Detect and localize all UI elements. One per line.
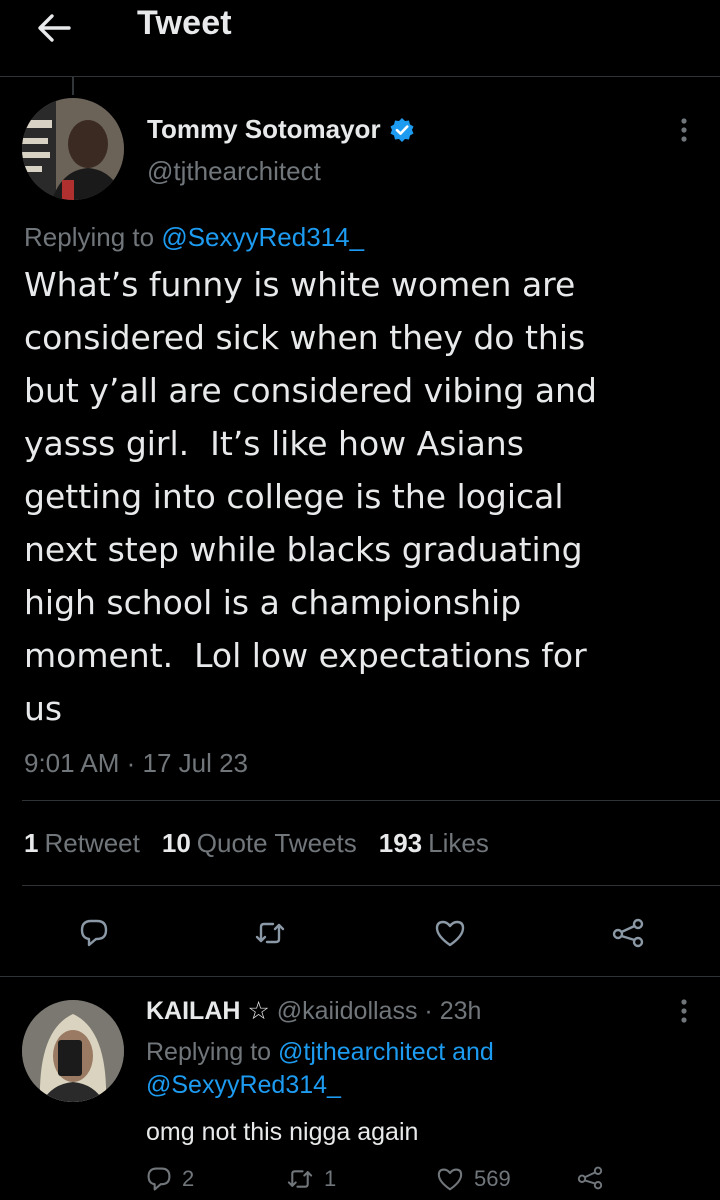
- tweet-actions: [0, 905, 720, 961]
- reply-time[interactable]: 23h: [440, 997, 482, 1025]
- replying-mention-link[interactable]: @tjthearchitect: [278, 1038, 445, 1066]
- author-name[interactable]: Tommy Sotomayor: [147, 114, 415, 145]
- divider: [22, 800, 720, 801]
- reply-retweet-button[interactable]: 1: [286, 1166, 336, 1192]
- retweets-label: Retweet: [44, 828, 140, 858]
- likes-label: Likes: [428, 828, 489, 858]
- avatar-photo: [22, 98, 124, 200]
- reply-icon: [80, 919, 108, 947]
- tweet-stats: 1 Retweet 10 Quote Tweets 193 Likes: [24, 828, 489, 859]
- quotes-stat[interactable]: 10 Quote Tweets: [162, 828, 357, 859]
- divider: [0, 976, 720, 977]
- quotes-count: 10: [161, 828, 191, 858]
- avatar-photo: [22, 1000, 124, 1102]
- like-icon: [435, 920, 465, 947]
- author-handle[interactable]: @tjthearchitect: [147, 156, 321, 187]
- reply-reply-button[interactable]: 2: [146, 1166, 194, 1192]
- reply-actions: 2 1 569: [146, 1166, 720, 1200]
- retweet-icon: [287, 1170, 313, 1188]
- share-button[interactable]: [600, 905, 656, 961]
- verified-badge-icon: [390, 117, 414, 142]
- replying-to: Replying to @SexyyRed314_: [24, 222, 364, 253]
- reply-reply-count: 2: [182, 1166, 195, 1191]
- like-button[interactable]: [422, 905, 478, 961]
- share-icon: [612, 918, 644, 948]
- reply-text: omg not this nigga again: [146, 1118, 419, 1146]
- like-icon: [437, 1168, 463, 1191]
- quotes-label: Quote Tweets: [196, 828, 357, 858]
- reply-author-avatar[interactable]: [22, 1000, 124, 1102]
- replying-prefix: Replying to: [24, 222, 162, 252]
- likes-count: 193: [378, 828, 423, 858]
- author-name-text: Tommy Sotomayor: [147, 114, 381, 144]
- reply-author-handle[interactable]: @kaiidollass: [277, 997, 418, 1025]
- tweet-timestamp[interactable]: 9:01 AM · 17 Jul 23: [24, 748, 248, 779]
- more-vertical-icon: [681, 999, 687, 1023]
- separator-dot: ·: [424, 997, 433, 1025]
- reply-icon: [147, 1167, 171, 1191]
- arrow-left-icon: [38, 14, 71, 42]
- retweet-button[interactable]: [242, 905, 298, 961]
- replying-prefix: Replying to: [146, 1038, 279, 1066]
- replying-mention-link[interactable]: @SexyyRed314_: [161, 222, 364, 252]
- retweets-count: 1: [24, 828, 39, 858]
- top-bar: Tweet: [0, 0, 720, 77]
- share-icon: [577, 1166, 603, 1190]
- divider: [22, 885, 720, 886]
- thread-connector: [72, 77, 74, 95]
- reply-like-count: 569: [474, 1166, 511, 1191]
- reply-retweet-count: 1: [324, 1166, 337, 1191]
- reply-header: KAILAH ☆ @kaiidollass · 23h: [146, 996, 481, 1026]
- retweet-icon: [255, 922, 285, 944]
- author-avatar[interactable]: [22, 98, 124, 200]
- more-vertical-icon: [681, 118, 687, 142]
- reply-share-button[interactable]: [576, 1166, 604, 1190]
- back-button[interactable]: [34, 8, 74, 48]
- tweet-text: What’s funny is white women are consider…: [24, 265, 597, 728]
- likes-stat[interactable]: 193 Likes: [379, 828, 489, 859]
- reply-replying-to: Replying to @tjthearchitect and @SexyyRe…: [146, 1036, 686, 1102]
- reply-like-button[interactable]: 569: [436, 1166, 511, 1192]
- replying-mention-link[interactable]: @SexyyRed314_: [146, 1071, 341, 1099]
- retweets-stat[interactable]: 1 Retweet: [24, 828, 140, 859]
- page-title: Tweet: [137, 4, 232, 42]
- reply-button[interactable]: [66, 905, 122, 961]
- more-options-button[interactable]: [672, 115, 696, 145]
- reply-author-name[interactable]: KAILAH ☆: [146, 997, 270, 1025]
- reply-more-options-button[interactable]: [672, 996, 696, 1026]
- replying-and: and: [445, 1038, 494, 1066]
